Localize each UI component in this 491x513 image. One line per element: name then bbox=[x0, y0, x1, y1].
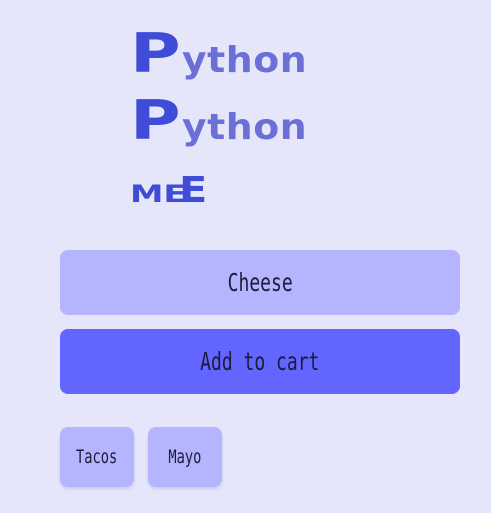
logo-line-1-cap: P bbox=[130, 22, 181, 85]
chip-mayo[interactable]: Mayo bbox=[148, 427, 222, 487]
logo-line-1: Python bbox=[130, 22, 306, 85]
logo-line-1-rest: ython bbox=[181, 40, 307, 81]
logo-line-3-big: E bbox=[179, 170, 208, 211]
logo-line-3-small: ME bbox=[130, 180, 187, 208]
chip-mayo-label: Mayo bbox=[168, 446, 202, 468]
add-to-cart-button-label: Add to cart bbox=[200, 347, 320, 376]
logo-line-2-cap: P bbox=[130, 89, 181, 152]
logo-line-2: Python bbox=[130, 89, 306, 152]
cheese-button[interactable]: Cheese bbox=[60, 250, 460, 315]
cheese-button-label: Cheese bbox=[227, 268, 293, 297]
add-to-cart-button[interactable]: Add to cart bbox=[60, 329, 460, 394]
python-logo: Python Python MEE bbox=[130, 22, 370, 209]
chip-tacos[interactable]: Tacos bbox=[60, 427, 134, 487]
logo-line-3: MEE bbox=[130, 170, 208, 211]
chip-tacos-label: Tacos bbox=[76, 446, 118, 468]
logo-line-2-rest: ython bbox=[181, 107, 307, 148]
